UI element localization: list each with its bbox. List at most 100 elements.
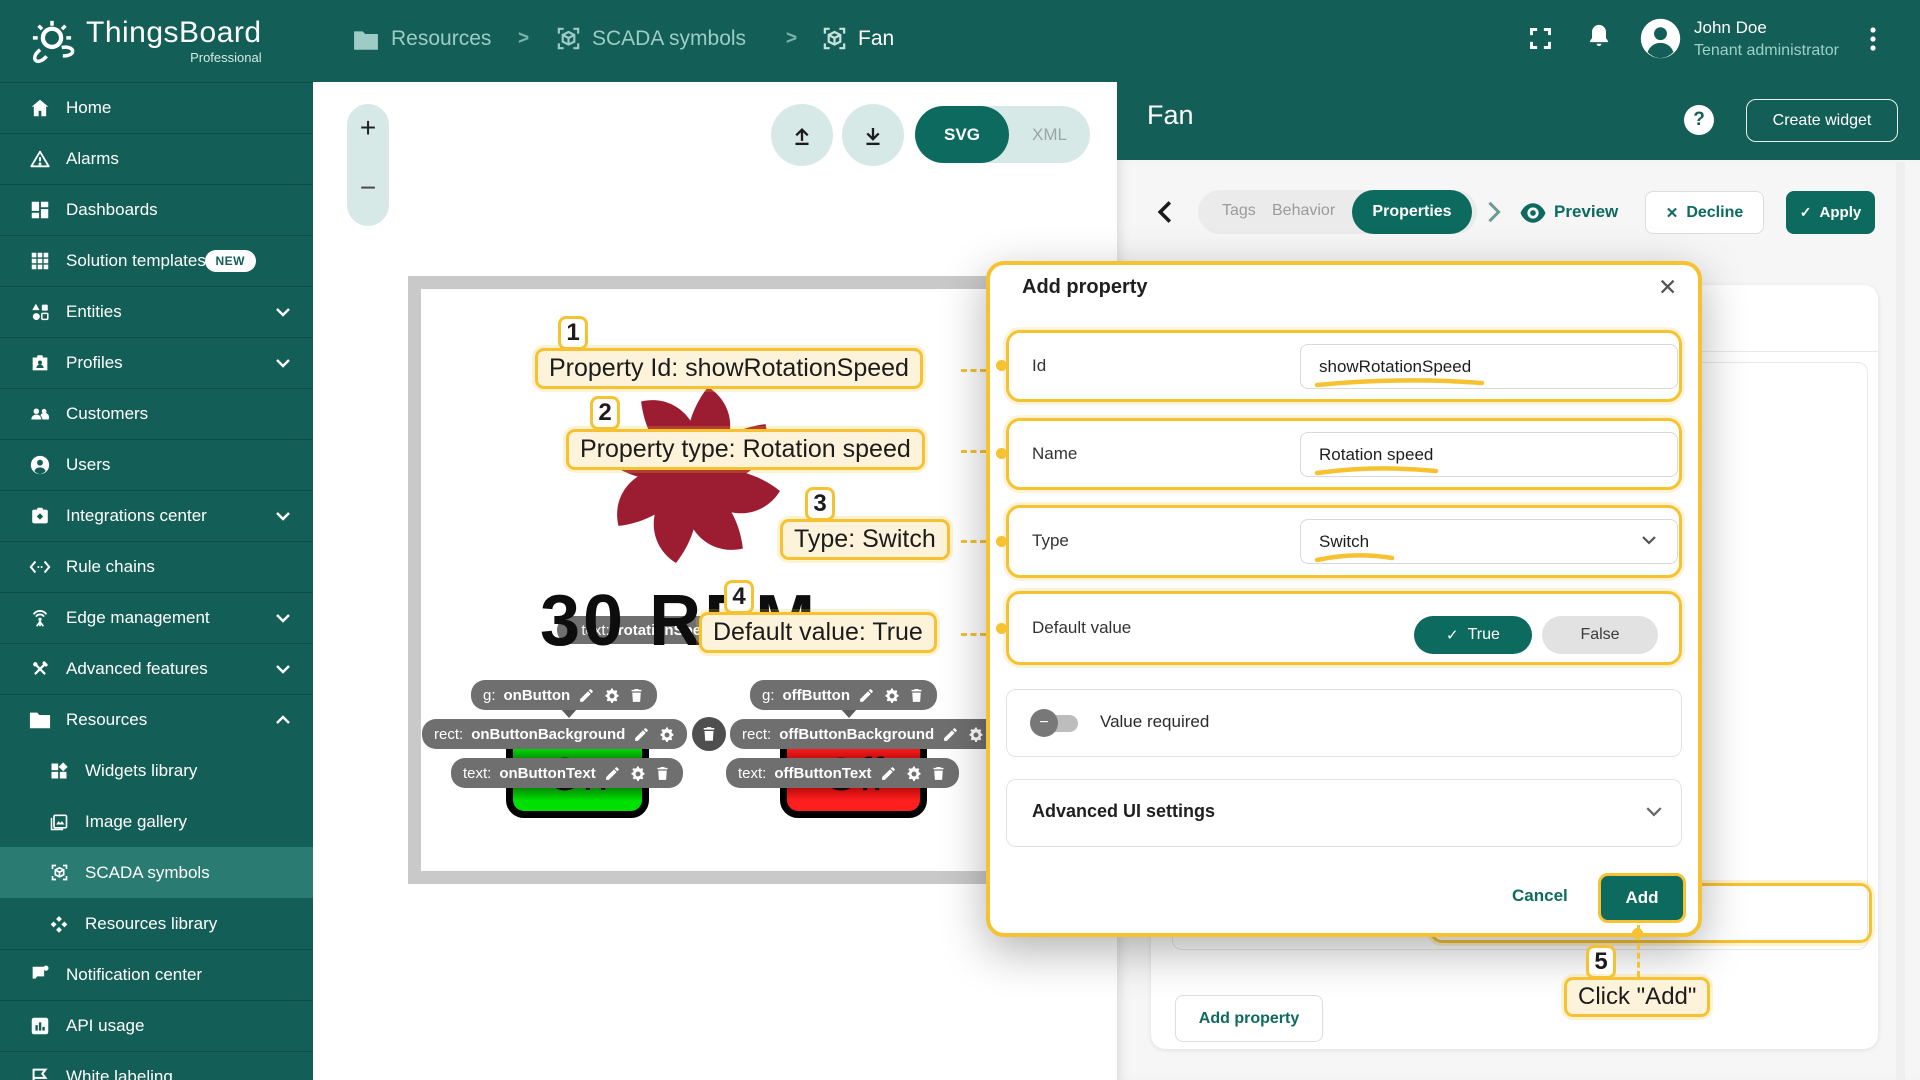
edit-icon[interactable] xyxy=(942,726,959,743)
notifications-bell-icon[interactable] xyxy=(1585,21,1613,51)
tabs-back-icon[interactable] xyxy=(1156,200,1174,224)
panel-title: Fan xyxy=(1147,100,1194,130)
tag-on-background[interactable]: rect: onButtonBackground xyxy=(422,719,688,749)
sidebar-item-integrations-center[interactable]: Integrations center xyxy=(0,490,313,541)
sidebar-item-edge-management[interactable]: Edge management xyxy=(0,592,313,643)
sidebar-item-profiles[interactable]: Profiles xyxy=(0,337,313,388)
avatar[interactable] xyxy=(1639,17,1682,60)
zoom-in-button[interactable]: + xyxy=(347,112,389,144)
cancel-button[interactable]: Cancel xyxy=(1512,886,1568,906)
notification-flag-icon xyxy=(28,963,52,987)
true-toggle-button[interactable]: ✓ True xyxy=(1414,616,1532,654)
type-underline xyxy=(1314,553,1395,563)
edit-icon[interactable] xyxy=(880,765,897,782)
xml-tab[interactable]: XML xyxy=(1009,106,1090,163)
callout-5-number: 5 xyxy=(1586,945,1616,979)
callout-2-connector xyxy=(961,450,986,453)
preview-button[interactable]: Preview xyxy=(1554,202,1618,222)
edit-icon[interactable] xyxy=(633,726,650,743)
tab-tags[interactable]: Tags xyxy=(1222,202,1256,220)
sidebar-item-white-labeling[interactable]: White labeling xyxy=(0,1051,313,1080)
svg-tab[interactable]: SVG xyxy=(915,106,1009,163)
panel-scrollbar[interactable] xyxy=(1896,162,1905,1080)
fullscreen-icon[interactable] xyxy=(1527,25,1554,52)
gear-icon[interactable] xyxy=(905,765,922,782)
tab-properties[interactable]: Properties xyxy=(1352,190,1472,234)
integrations-icon xyxy=(28,504,52,528)
tabs-forward-icon[interactable] xyxy=(1486,200,1502,224)
customers-icon xyxy=(28,402,52,426)
trash-icon[interactable] xyxy=(692,717,726,751)
check-icon: ✓ xyxy=(1446,627,1459,644)
add-button[interactable]: Add xyxy=(1598,873,1686,923)
zoom-out-button[interactable]: − xyxy=(347,172,389,204)
breadcrumb-scada-symbols[interactable]: SCADA symbols xyxy=(592,27,746,51)
help-button[interactable]: ? xyxy=(1684,105,1714,135)
sidebar-item-customers[interactable]: Customers xyxy=(0,388,313,439)
upload-button[interactable] xyxy=(771,104,833,166)
sidebar-item-rule-chains[interactable]: Rule chains xyxy=(0,541,313,592)
chevron-down-icon xyxy=(275,663,291,675)
sidebar-item-alarms[interactable]: Alarms xyxy=(0,133,313,184)
close-icon[interactable]: ✕ xyxy=(1658,274,1677,301)
download-button[interactable] xyxy=(842,104,904,166)
breadcrumb-separator: > xyxy=(518,28,530,49)
kebab-menu-icon[interactable] xyxy=(1863,24,1883,54)
sidebar-item-dashboards[interactable]: Dashboards xyxy=(0,184,313,235)
tag-off-group[interactable]: g: offButton xyxy=(750,680,937,710)
sidebar-item-widgets-library[interactable]: Widgets library xyxy=(0,745,313,796)
gear-icon[interactable] xyxy=(967,726,984,743)
entities-icon xyxy=(28,300,52,324)
sidebar-item-home[interactable]: Home xyxy=(0,82,313,133)
trash-icon[interactable] xyxy=(930,765,947,782)
sidebar-item-entities[interactable]: Entities xyxy=(0,286,313,337)
type-label: Type xyxy=(1032,531,1069,550)
dashboards-icon xyxy=(28,198,52,222)
trash-icon[interactable] xyxy=(654,765,671,782)
sidebar-item-resources[interactable]: Resources xyxy=(0,694,313,745)
tag-off-text[interactable]: text: offButtonText xyxy=(726,758,959,788)
close-icon: ✕ xyxy=(1665,204,1679,222)
sidebar-item-image-gallery[interactable]: Image gallery xyxy=(0,796,313,847)
false-toggle-button[interactable]: False xyxy=(1542,616,1658,654)
chevron-down-icon xyxy=(275,357,291,369)
tab-behavior[interactable]: Behavior xyxy=(1272,202,1335,220)
sidebar-item-scada-symbols[interactable]: SCADA symbols xyxy=(0,847,313,898)
edge-antenna-icon xyxy=(28,606,52,630)
toggle-thumb[interactable]: − xyxy=(1030,709,1058,737)
chevron-down-icon xyxy=(275,612,291,624)
upload-icon xyxy=(788,121,816,149)
scada-symbol-icon-2 xyxy=(820,24,849,53)
gear-icon[interactable] xyxy=(883,687,900,704)
edit-icon[interactable] xyxy=(578,687,595,704)
gear-icon[interactable] xyxy=(658,726,675,743)
add-property-button[interactable]: Add property xyxy=(1175,995,1323,1042)
decline-button[interactable]: ✕ Decline xyxy=(1645,191,1764,234)
sidebar-item-api-usage[interactable]: API usage xyxy=(0,1000,313,1051)
sidebar-item-notification-center[interactable]: Notification center xyxy=(0,949,313,1000)
scada-symbol-icon xyxy=(554,24,583,53)
sidebar-item-users[interactable]: Users xyxy=(0,439,313,490)
name-label: Name xyxy=(1032,444,1078,463)
edit-icon[interactable] xyxy=(858,687,875,704)
apply-button[interactable]: ✓ Apply xyxy=(1786,191,1875,234)
sidebar-item-advanced-features[interactable]: Advanced features xyxy=(0,643,313,694)
callout-4-connector xyxy=(961,633,986,636)
tag-off-background[interactable]: rect: offButtonBackground xyxy=(730,719,1022,749)
apps-grid-icon xyxy=(28,249,52,273)
gear-icon[interactable] xyxy=(603,687,620,704)
value-required-label: Value required xyxy=(1100,712,1210,731)
tag-on-group[interactable]: g: onButton xyxy=(471,680,658,710)
edit-icon[interactable] xyxy=(604,765,621,782)
sidebar-item-resources-library[interactable]: Resources library xyxy=(0,898,313,949)
sidebar-item-solution-templates[interactable]: Solution templates NEW xyxy=(0,235,313,286)
trash-icon[interactable] xyxy=(628,687,645,704)
trash-icon[interactable] xyxy=(908,687,925,704)
create-widget-button[interactable]: Create widget xyxy=(1746,99,1898,142)
tag-on-text[interactable]: text: onButtonText xyxy=(451,758,683,788)
gear-icon[interactable] xyxy=(629,765,646,782)
breadcrumb-resources[interactable]: Resources xyxy=(391,27,491,51)
callout-4-label: Default value: True xyxy=(699,612,937,653)
callout-5-dot xyxy=(1632,928,1643,939)
eye-icon[interactable] xyxy=(1520,203,1546,223)
